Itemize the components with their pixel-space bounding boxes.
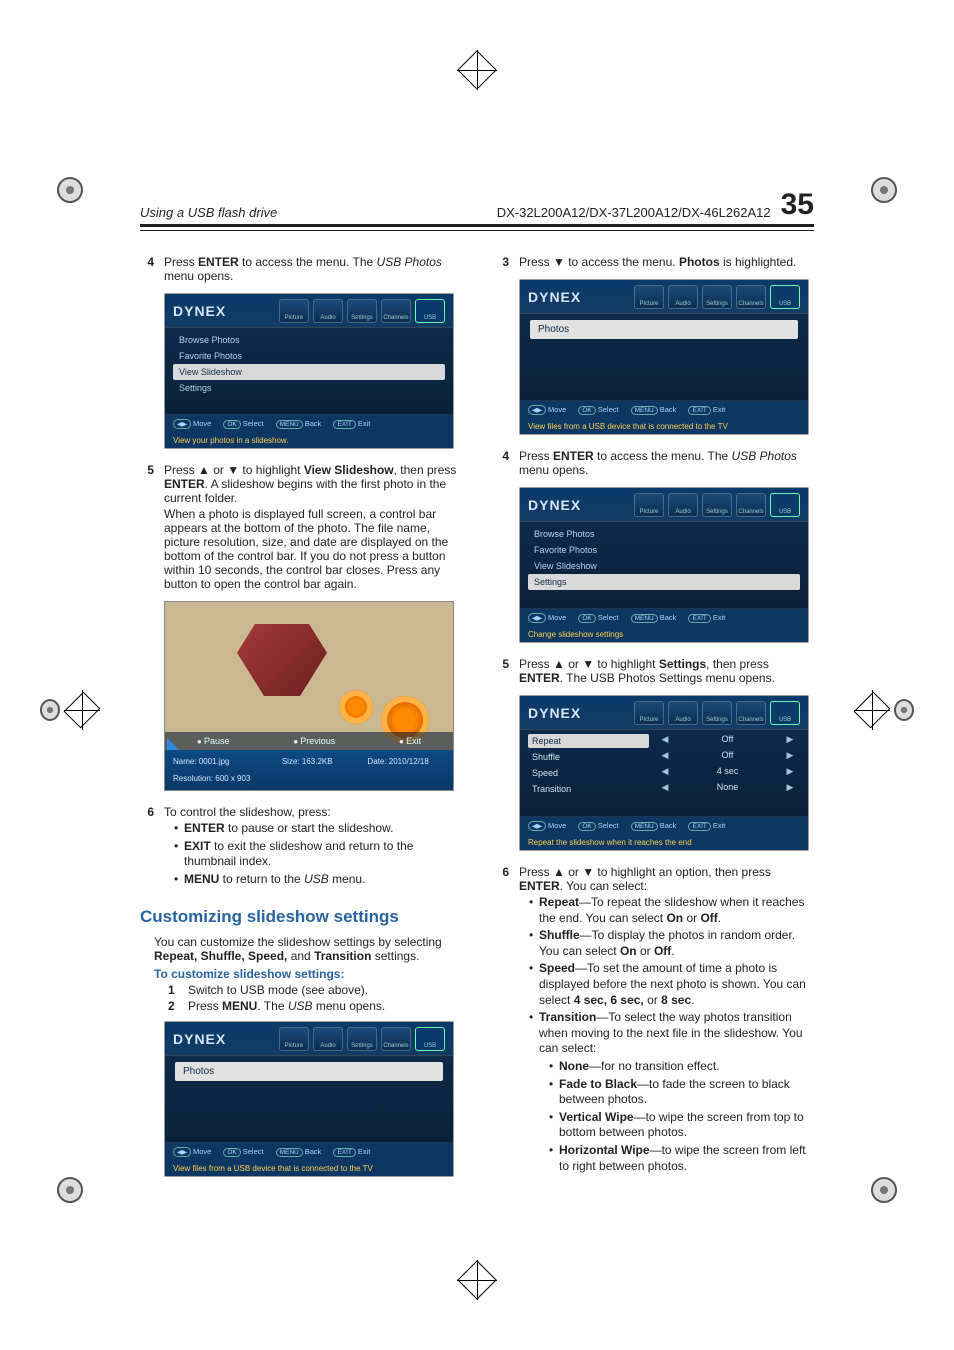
step-text: Press ▼ to access the menu. Photos is hi… bbox=[519, 255, 814, 271]
osd-slideshow-settings: DYNEX Picture Audio Settings Channels US… bbox=[519, 695, 809, 851]
step-text: Press MENU. The USB menu opens. bbox=[188, 999, 385, 1013]
photo-date: 2010/12/18 bbox=[389, 757, 429, 766]
photo-size: 163.2KB bbox=[302, 757, 333, 766]
setting-repeat: Repeat bbox=[528, 734, 649, 748]
osd-description: View files from a USB device that is con… bbox=[165, 1161, 453, 1176]
section-intro: You can customize the slideshow settings… bbox=[154, 935, 459, 963]
step-number: 5 bbox=[140, 463, 154, 593]
step-text: Press ▲ or ▼ to highlight Settings, then… bbox=[519, 657, 814, 687]
step-number: 4 bbox=[495, 449, 509, 479]
osd-usb-photos-menu: DYNEX Picture Audio Settings Channels US… bbox=[519, 487, 809, 643]
step-text: Press ▲ or ▼ to highlight an option, the… bbox=[519, 865, 814, 1176]
brand-logo: DYNEX bbox=[173, 1031, 226, 1047]
btn-previous: Previous bbox=[293, 736, 335, 746]
step-text: To control the slideshow, press: ENTER t… bbox=[164, 805, 459, 889]
hint-back: MENUBack bbox=[276, 419, 322, 429]
step-number: 5 bbox=[495, 657, 509, 687]
hint-select: OKSelect bbox=[223, 419, 263, 429]
menu-item: Browse Photos bbox=[528, 526, 800, 542]
brand-logo: DYNEX bbox=[173, 303, 226, 319]
procedure-heading: To customize slideshow settings: bbox=[154, 967, 459, 981]
menu-item: View Slideshow bbox=[528, 558, 800, 574]
setting-shuffle-value: Off bbox=[681, 750, 774, 764]
hint-move: ◀▶Move bbox=[173, 419, 211, 429]
setting-transition: Transition bbox=[528, 782, 649, 796]
osd-description: Repeat the slideshow when it reaches the… bbox=[520, 835, 808, 850]
slideshow-preview: Pause Previous Exit Name: 0001.jpg Size:… bbox=[164, 601, 454, 791]
tab-picture: Picture bbox=[279, 299, 309, 323]
menu-item: Settings bbox=[173, 380, 445, 396]
step-text: Press ENTER to access the menu. The USB … bbox=[519, 449, 814, 479]
step-text: Press ▲ or ▼ to highlight View Slideshow… bbox=[164, 463, 459, 593]
setting-speed: Speed bbox=[528, 766, 649, 780]
setting-speed-value: 4 sec bbox=[681, 766, 774, 780]
menu-item: Browse Photos bbox=[173, 332, 445, 348]
setting-shuffle: Shuffle bbox=[528, 750, 649, 764]
menu-item-selected: Settings bbox=[528, 574, 800, 590]
osd-usb-photos-menu: DYNEX Picture Audio Settings Channels US… bbox=[164, 293, 454, 449]
step-number: 4 bbox=[140, 255, 154, 285]
osd-description: Change slideshow settings bbox=[520, 627, 808, 642]
step-number: 6 bbox=[140, 805, 154, 889]
btn-pause: Pause bbox=[197, 736, 230, 746]
btn-exit: Exit bbox=[399, 736, 421, 746]
page-number: 35 bbox=[781, 190, 814, 220]
osd-description: View files from a USB device that is con… bbox=[520, 419, 808, 434]
menu-item-selected: View Slideshow bbox=[173, 364, 445, 380]
menu-item: Favorite Photos bbox=[173, 348, 445, 364]
osd-description: View your photos in a slideshow. bbox=[165, 433, 453, 448]
step-text: Switch to USB mode (see above). bbox=[188, 983, 368, 997]
osd-usb-root-menu: DYNEX Picture Audio Settings Channels US… bbox=[519, 279, 809, 435]
tab-channels: Channels bbox=[381, 299, 411, 323]
menu-item-photos: Photos bbox=[175, 1062, 443, 1081]
osd-usb-root-menu: DYNEX Picture Audio Settings Channels US… bbox=[164, 1021, 454, 1177]
photo-resolution: 600 x 903 bbox=[215, 774, 250, 783]
running-head-left: Using a USB flash drive bbox=[140, 205, 277, 220]
setting-repeat-value: Off bbox=[681, 734, 774, 748]
section-heading: Customizing slideshow settings bbox=[140, 907, 459, 927]
step-number: 6 bbox=[495, 865, 509, 1176]
hint-exit: EXITExit bbox=[333, 419, 370, 429]
step-number: 3 bbox=[495, 255, 509, 271]
tab-audio: Audio bbox=[313, 299, 343, 323]
tab-settings: Settings bbox=[347, 299, 377, 323]
menu-item: Favorite Photos bbox=[528, 542, 800, 558]
setting-transition-value: None bbox=[681, 782, 774, 796]
tab-usb: USB bbox=[415, 299, 445, 323]
menu-item-photos: Photos bbox=[530, 320, 798, 339]
photo-name: 0001.jpg bbox=[199, 757, 230, 766]
running-head-models: DX-32L200A12/DX-37L200A12/DX-46L262A12 bbox=[497, 205, 771, 220]
step-text: Press ENTER to access the menu. The USB … bbox=[164, 255, 459, 285]
